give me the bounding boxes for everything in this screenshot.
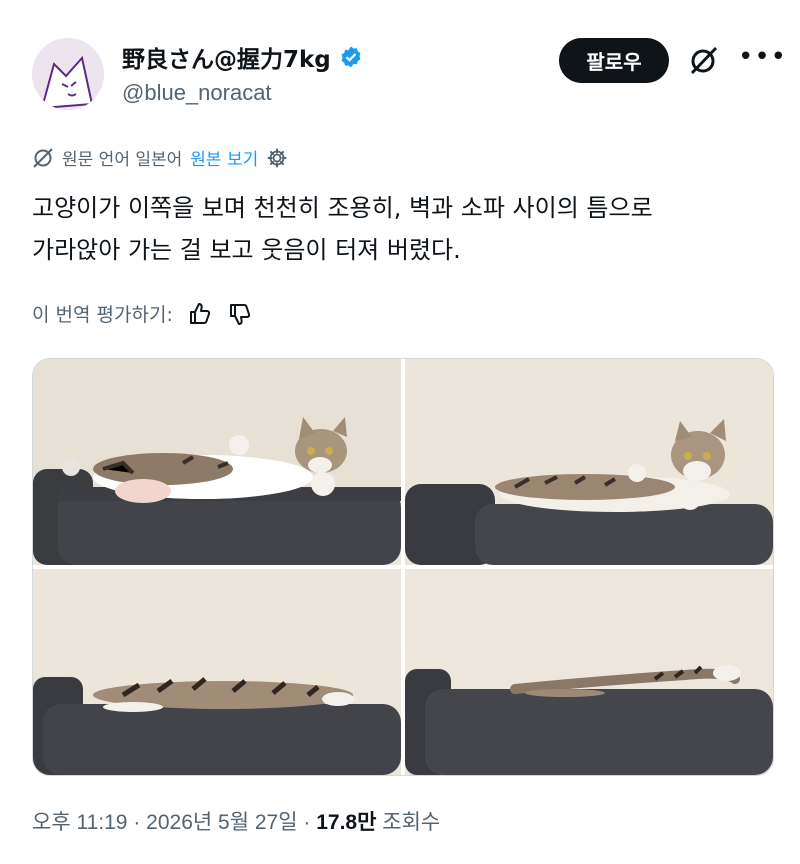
- translation-row: 원문 언어 일본어 원본 보기: [32, 145, 288, 170]
- photo-grid[interactable]: [32, 358, 774, 776]
- user-handle[interactable]: @blue_noracat: [122, 80, 272, 106]
- post-text-line: 고양이가 이쪽을 보며 천천히 조용히, 벽과 소파 사이의 틈으로: [32, 194, 653, 222]
- rate-translation-row: 이 번역 평가하기:: [32, 300, 253, 327]
- cat-photo[interactable]: [405, 569, 773, 775]
- avatar[interactable]: [32, 38, 104, 110]
- view-original-link[interactable]: 원본 보기: [190, 145, 258, 170]
- separator: ·: [303, 811, 311, 834]
- separator: ·: [133, 811, 141, 834]
- verified-badge-icon: [341, 46, 361, 68]
- original-language-label: 원문 언어 일본어: [62, 150, 183, 170]
- follow-button[interactable]: 팔로우: [559, 38, 669, 83]
- display-name[interactable]: 野良さん@握力7kg: [122, 40, 331, 74]
- cat-photo[interactable]: [33, 569, 401, 775]
- post-time[interactable]: 오후 11:19: [32, 811, 127, 834]
- thumbs-down-icon[interactable]: [227, 301, 253, 327]
- more-icon[interactable]: •••: [738, 42, 787, 72]
- cat-photo[interactable]: [405, 359, 773, 565]
- slash-circle-icon[interactable]: [688, 44, 720, 76]
- rate-translation-label: 이 번역 평가하기:: [32, 304, 173, 326]
- display-name-row[interactable]: 野良さん@握力7kg: [122, 40, 363, 74]
- post-date[interactable]: 2026년 5월 27일: [146, 811, 297, 834]
- post-text: 고양이가 이쪽을 보며 천천히 조용히, 벽과 소파 사이의 틈으로 가라앉아 …: [32, 187, 772, 271]
- views-label: 조회수: [382, 811, 441, 834]
- slash-circle-icon: [33, 147, 53, 168]
- post-meta: 오후 11:19 · 2026년 5월 27일 · 17.8만 조회수: [32, 806, 440, 836]
- views-count: 17.8만: [316, 811, 377, 834]
- thumbs-up-icon[interactable]: [187, 301, 213, 327]
- post-text-line: 가라앉아 가는 걸 보고 웃음이 터져 버렸다.: [32, 236, 461, 264]
- cat-photo[interactable]: [33, 359, 401, 565]
- gear-icon[interactable]: [266, 147, 288, 169]
- cat-face-avatar-icon: [32, 38, 104, 110]
